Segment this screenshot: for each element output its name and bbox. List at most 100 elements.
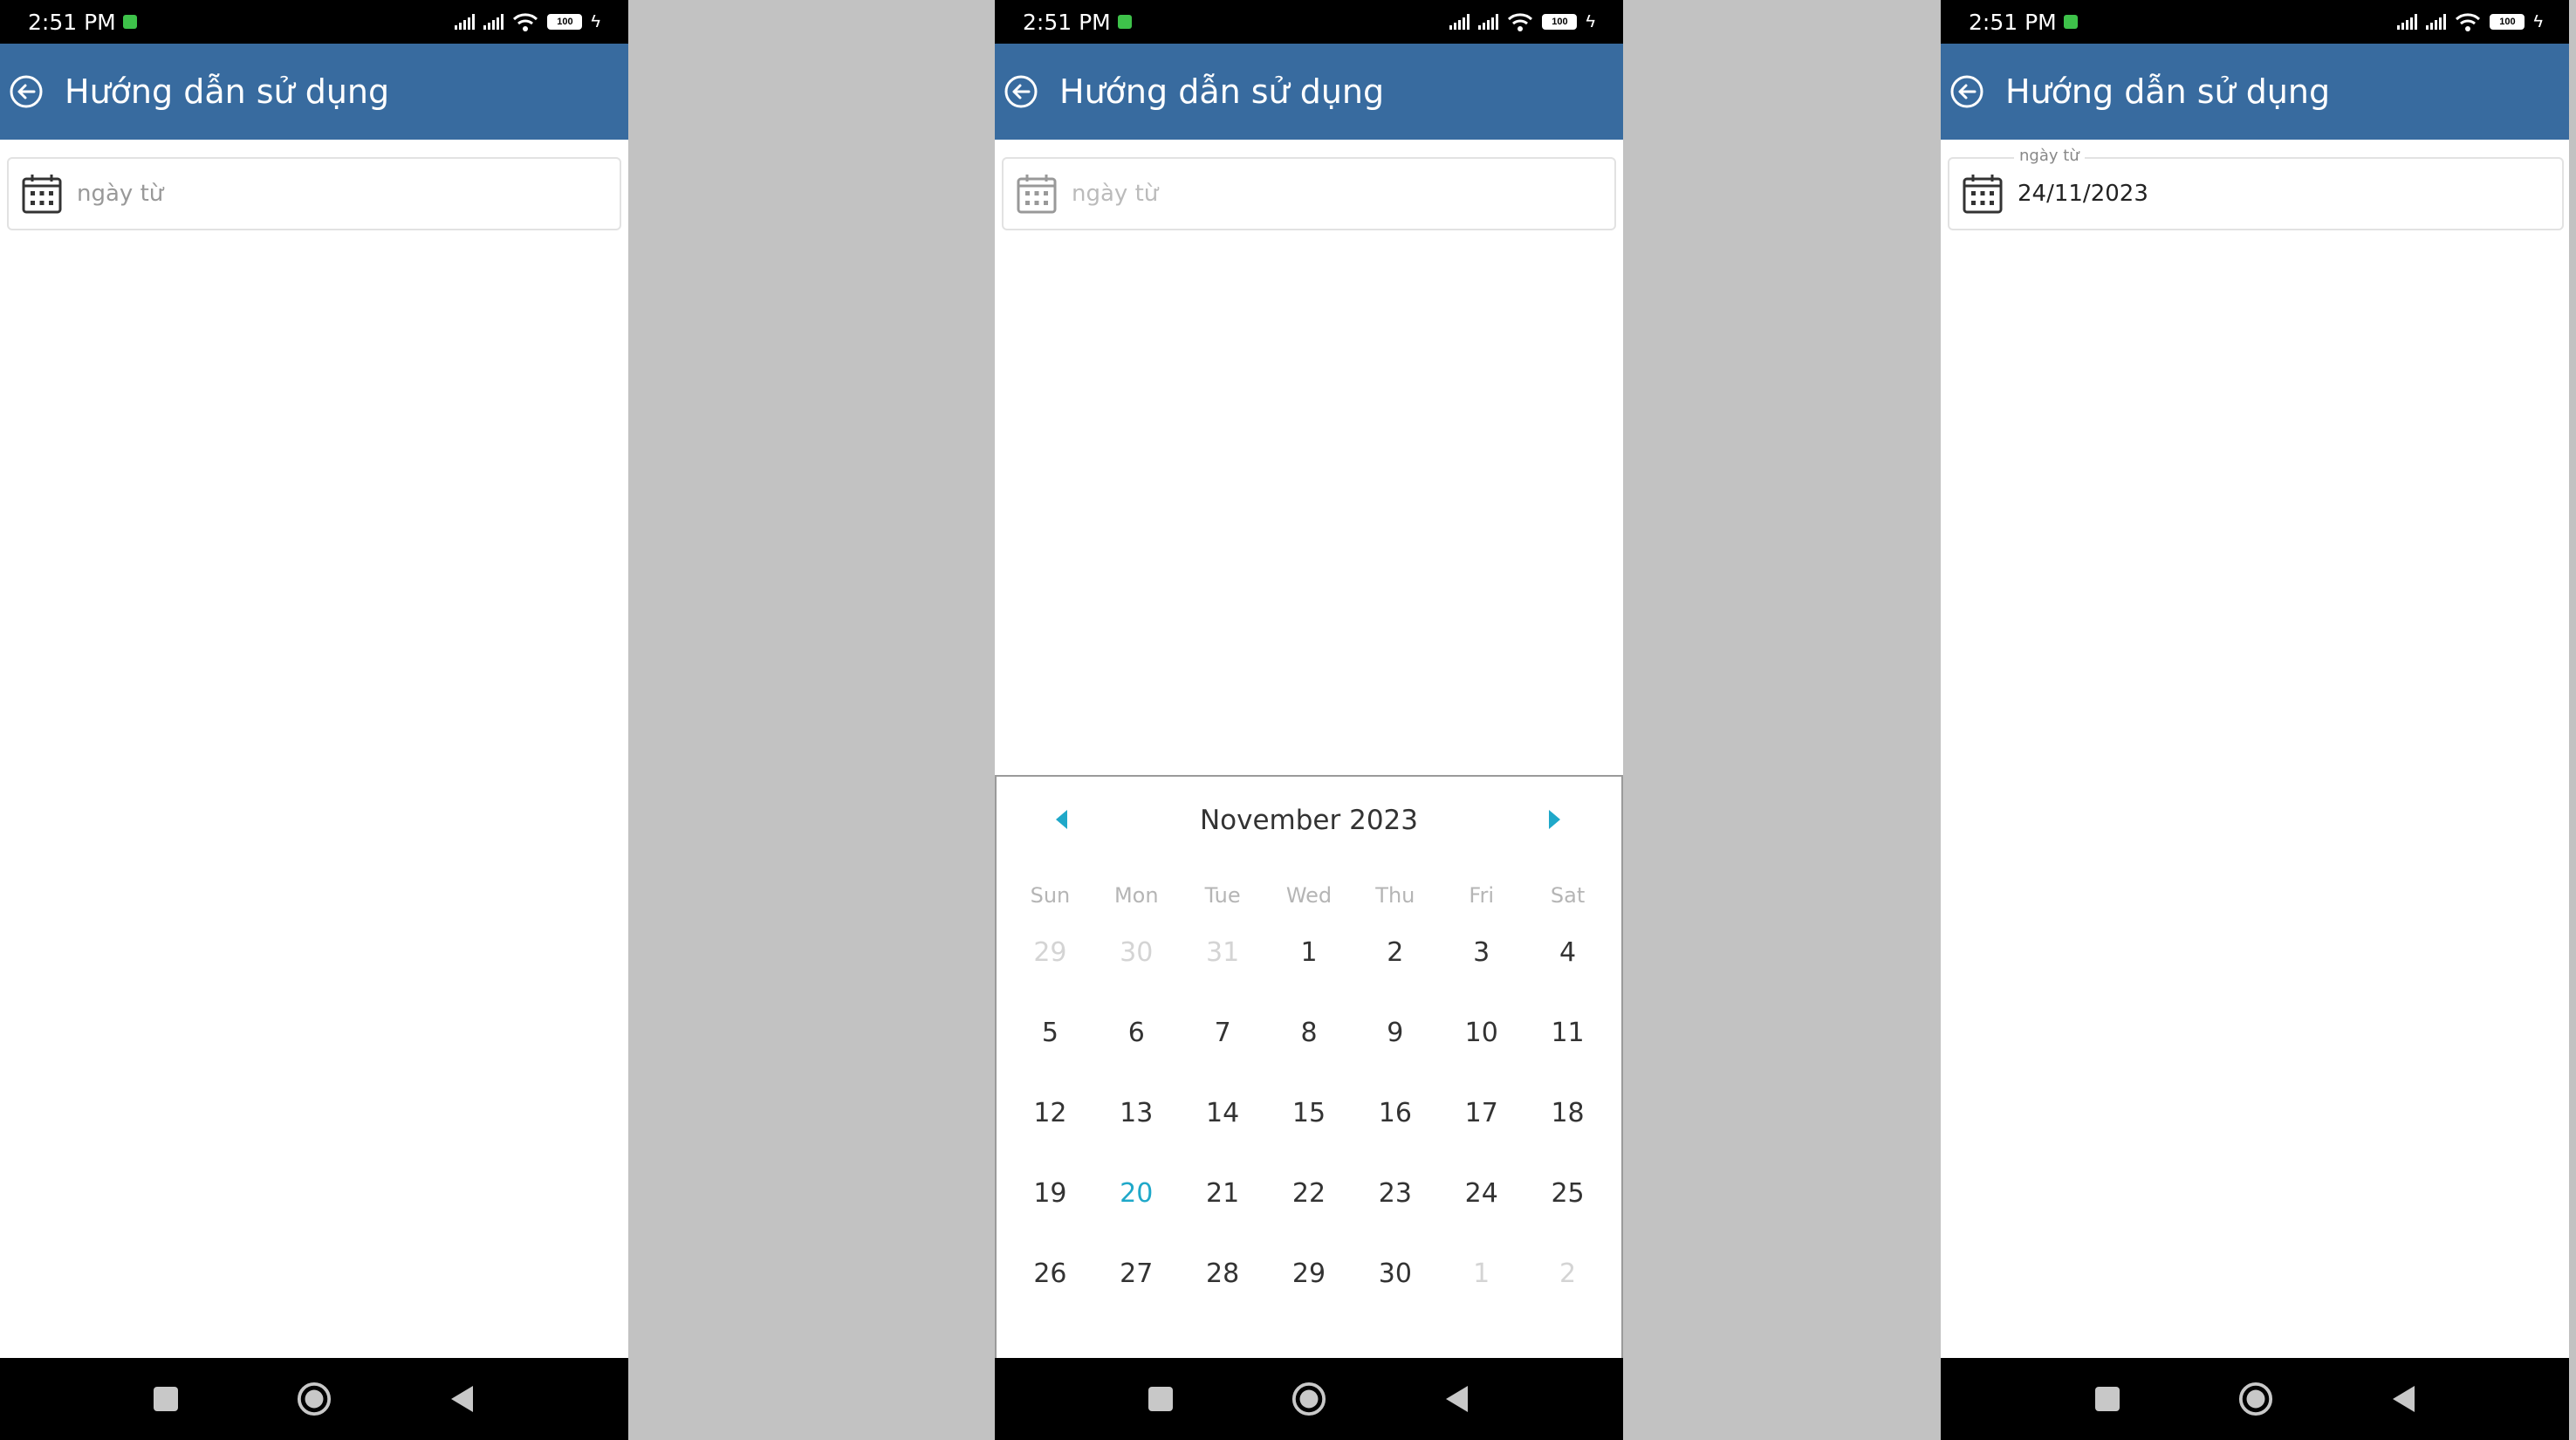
app-bar: Hướng dẫn sử dụng [0,44,628,140]
signal-icon [483,14,504,30]
day-cell[interactable]: 13 [1093,1094,1180,1175]
back-button[interactable] [1440,1382,1475,1416]
weekday-label: Sun [1030,883,1071,908]
status-bar: 2:51 PM 100 ϟ [995,0,1623,44]
screen-filled: 2:51 PM 100 ϟ Hướng dẫn sử dụng ngày từ … [1941,0,2571,1440]
back-arrow-icon[interactable] [9,74,44,109]
back-button[interactable] [2387,1382,2422,1416]
day-cell[interactable]: 7 [1180,1014,1266,1094]
day-grid: 29 30 31 1 2 3 4 5 6 7 8 9 10 11 12 13 14 15 16 17 18 19 20 21 2… [997,934,1621,1335]
page-title: Hướng dẫn sử dụng [1059,72,1385,111]
back-arrow-icon[interactable] [1949,74,1984,109]
date-picker: November 2023 Sun Mon Tue Wed Thu Fri Sat 29 30… [995,775,1623,1358]
navigation-bar [995,1358,1623,1440]
status-time: 2:51 PM [1023,9,1111,35]
home-button[interactable] [297,1382,332,1416]
wifi-icon [1508,13,1533,31]
battery-icon: 100 [1542,14,1578,30]
date-placeholder: ngày từ [77,181,164,207]
recent-apps-button[interactable] [148,1382,183,1416]
day-cell[interactable]: 16 [1352,1094,1438,1175]
date-from-input[interactable]: ngày từ [7,157,621,230]
recent-apps-button[interactable] [1143,1382,1178,1416]
weekday-row: Sun Mon Tue Wed Thu Fri Sat [997,883,1621,908]
background-edge [2569,0,2576,1440]
signal-icon [2397,14,2418,30]
app-notification-icon [1117,15,1132,29]
day-cell[interactable]: 26 [1007,1255,1093,1335]
day-cell[interactable]: 1 [1266,934,1353,1014]
day-cell[interactable]: 28 [1180,1255,1266,1335]
month-year-title: November 2023 [1199,805,1418,836]
day-cell[interactable]: 11 [1524,1014,1611,1094]
calendar-icon [1963,175,2003,214]
day-cell[interactable]: 6 [1093,1014,1180,1094]
signal-icon [2426,14,2447,30]
weekday-label: Fri [1469,883,1494,908]
page-title: Hướng dẫn sử dụng [2005,72,2331,111]
day-cell[interactable]: 9 [1352,1014,1438,1094]
weekday-label: Wed [1285,883,1333,908]
day-cell[interactable]: 5 [1007,1014,1093,1094]
picker-header: November 2023 [997,803,1621,838]
day-cell[interactable]: 2 [1524,1255,1611,1335]
battery-icon: 100 [547,14,583,30]
back-arrow-icon[interactable] [1004,74,1038,109]
day-cell[interactable]: 2 [1352,934,1438,1014]
status-bar: 2:51 PM 100 ϟ [1941,0,2571,44]
date-from-input[interactable]: ngày từ 24/11/2023 [1948,147,2564,230]
day-cell[interactable]: 30 [1093,934,1180,1014]
app-bar: Hướng dẫn sử dụng [1941,44,2571,140]
day-cell[interactable]: 22 [1266,1175,1353,1255]
calendar-icon [22,175,62,214]
day-cell[interactable]: 21 [1180,1175,1266,1255]
day-cell[interactable]: 19 [1007,1175,1093,1255]
recent-apps-button[interactable] [2090,1382,2125,1416]
date-from-input[interactable]: ngày từ [1002,157,1616,230]
day-cell[interactable]: 27 [1093,1255,1180,1335]
status-time: 2:51 PM [1969,9,2057,35]
day-cell[interactable]: 31 [1180,934,1266,1014]
signal-icon [1478,14,1499,30]
day-cell[interactable]: 8 [1266,1014,1353,1094]
navigation-bar [0,1358,628,1440]
day-cell[interactable]: 17 [1438,1094,1524,1175]
circle-icon [1291,1382,1326,1416]
day-cell[interactable]: 15 [1266,1094,1353,1175]
date-floating-label: ngày từ [2014,147,2085,165]
day-cell[interactable]: 23 [1352,1175,1438,1255]
app-notification-icon [2063,15,2078,29]
day-cell[interactable]: 30 [1352,1255,1438,1335]
day-cell[interactable]: 3 [1438,934,1524,1014]
charging-icon: ϟ [1586,11,1595,31]
date-placeholder: ngày từ [1072,181,1159,207]
status-bar: 2:51 PM 100 ϟ [0,0,628,44]
battery-icon: 100 [2490,14,2525,30]
day-cell[interactable]: 12 [1007,1094,1093,1175]
day-cell[interactable]: 1 [1438,1255,1524,1335]
day-cell[interactable]: 10 [1438,1014,1524,1094]
day-cell[interactable]: 18 [1524,1094,1611,1175]
day-cell[interactable]: 29 [1266,1255,1353,1335]
day-cell[interactable]: 4 [1524,934,1611,1014]
home-button[interactable] [2238,1382,2273,1416]
circle-icon [297,1382,332,1416]
weekday-label: Sat [1550,883,1586,908]
charging-icon: ϟ [2533,11,2543,31]
day-cell[interactable]: 29 [1007,934,1093,1014]
day-cell[interactable]: 24 [1438,1175,1524,1255]
day-cell-today[interactable]: 20 [1093,1175,1180,1255]
square-icon [154,1387,178,1411]
screen-empty: 2:51 PM 100 ϟ Hướng dẫn sử dụng ngày từ [0,0,628,1440]
triangle-back-icon [451,1386,473,1412]
prev-month-icon[interactable] [1056,810,1067,829]
day-cell[interactable]: 25 [1524,1175,1611,1255]
back-button[interactable] [445,1382,480,1416]
app-notification-icon [122,15,137,29]
day-cell[interactable]: 14 [1180,1094,1266,1175]
home-button[interactable] [1291,1382,1326,1416]
next-month-icon[interactable] [1549,810,1560,829]
navigation-bar [1941,1358,2571,1440]
screen-datepicker: 2:51 PM 100 ϟ Hướng dẫn sử dụng ngày từ … [995,0,1623,1440]
weekday-label: Thu [1375,883,1415,908]
